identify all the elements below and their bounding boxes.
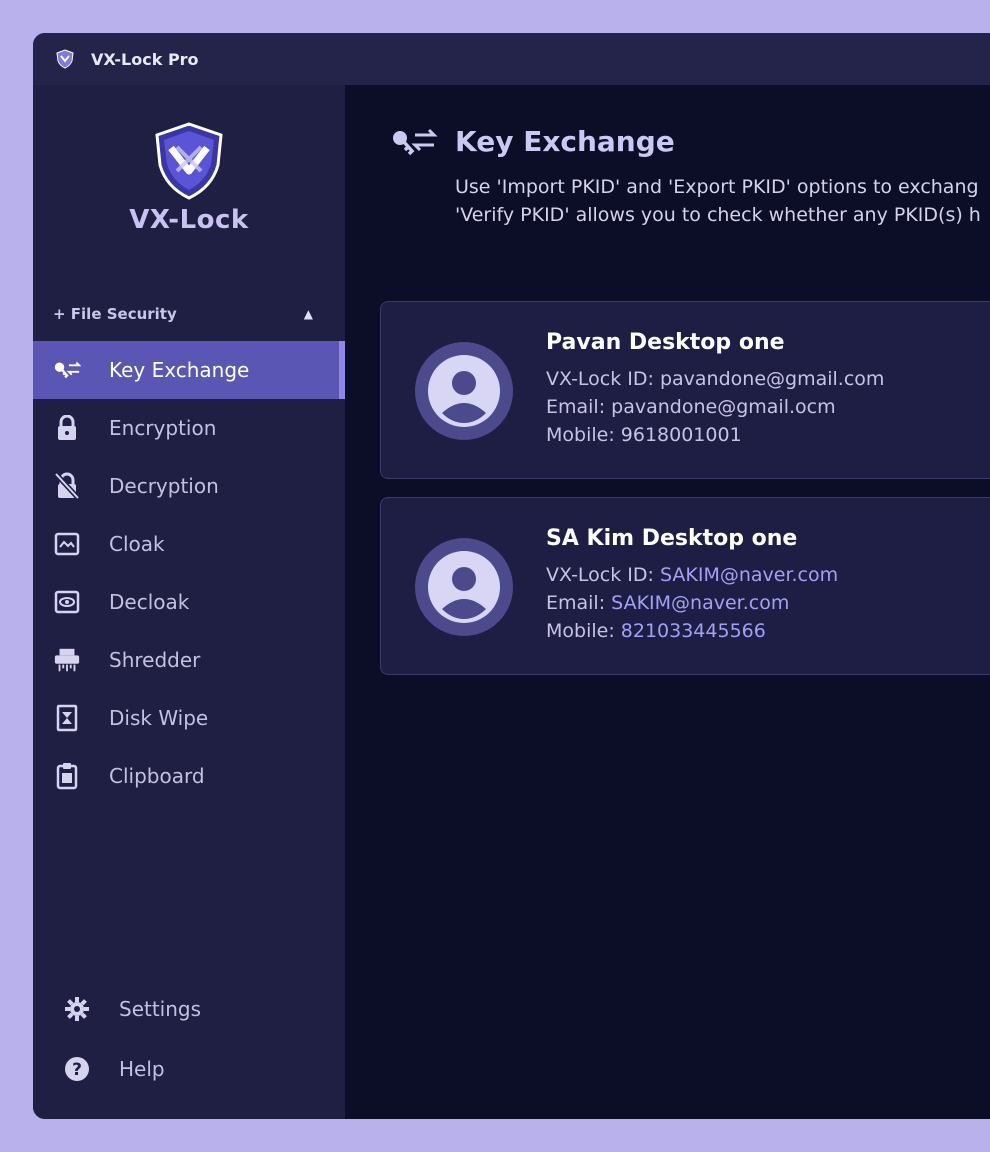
contact-name: Pavan Desktop one: [546, 330, 785, 355]
avatar: [415, 538, 513, 636]
email-value: SAKIM@naver.com: [611, 592, 790, 614]
app-shield-icon: [56, 49, 74, 69]
clipboard-icon: [53, 762, 81, 790]
email-label: Email:: [546, 592, 612, 614]
unlock-icon: [53, 472, 81, 500]
sidebar-item-decryption[interactable]: Decryption: [33, 457, 345, 515]
lock-icon: [53, 414, 81, 442]
page-title: Key Exchange: [455, 125, 675, 158]
sidebar-nav: Key Exchange Encryption Decryption Cloak: [33, 341, 345, 805]
id-label: VX-Lock ID:: [546, 368, 660, 390]
key-exchange-icon: [393, 128, 438, 155]
contact-id-line: VX-Lock ID: pavandone@gmail.com: [546, 365, 884, 393]
gear-icon: [63, 995, 91, 1023]
contact-mobile-line: Mobile: 821033445566: [546, 617, 838, 645]
sidebar-item-label: Encryption: [109, 416, 217, 440]
sidebar-item-label: Decloak: [109, 590, 190, 614]
contact-id-line: VX-Lock ID: SAKIM@naver.com: [546, 561, 838, 589]
svg-text:?: ?: [72, 1060, 82, 1080]
sidebar-item-help[interactable]: ? Help: [33, 1039, 345, 1099]
contact-name: SA Kim Desktop one: [546, 526, 798, 551]
logo-text: VX-Lock: [129, 205, 249, 235]
sidebar-item-label: Disk Wipe: [109, 706, 209, 730]
contact-card[interactable]: SA Kim Desktop one VX-Lock ID: SAKIM@nav…: [380, 497, 990, 675]
avatar: [415, 342, 513, 440]
email-label: Email:: [546, 396, 612, 418]
main-content: Key Exchange Use 'Import PKID' and 'Expo…: [345, 85, 990, 1119]
user-avatar-icon: [428, 551, 500, 623]
sidebar-item-encryption[interactable]: Encryption: [33, 399, 345, 457]
sidebar-item-label: Settings: [119, 997, 202, 1021]
eye-icon: [53, 588, 81, 616]
collapse-caret-icon[interactable]: ▲: [304, 307, 313, 321]
mobile-label: Mobile:: [546, 620, 621, 642]
sidebar-item-label: Help: [119, 1057, 165, 1081]
sidebar-item-label: Clipboard: [109, 764, 205, 788]
sidebar-item-disk-wipe[interactable]: Disk Wipe: [33, 689, 345, 747]
sidebar-item-label: Decryption: [109, 474, 219, 498]
id-value: SAKIM@naver.com: [659, 564, 839, 586]
vx-lock-shield-icon: [155, 122, 223, 200]
email-value: pavandone@gmail.ocm: [611, 396, 836, 418]
sidebar-item-label: Cloak: [109, 532, 165, 556]
contact-email-line: Email: SAKIM@naver.com: [546, 589, 838, 617]
shredder-icon: [53, 646, 81, 674]
contact-email-line: Email: pavandone@gmail.ocm: [546, 393, 884, 421]
file-security-section[interactable]: + File Security ▲: [53, 305, 313, 323]
user-avatar-icon: [428, 355, 500, 427]
id-value: pavandone@gmail.com: [659, 368, 885, 390]
contact-info: Pavan Desktop one VX-Lock ID: pavandone@…: [546, 330, 884, 449]
sidebar-item-label: Shredder: [109, 648, 201, 672]
page-description: Use 'Import PKID' and 'Export PKID' opti…: [455, 173, 981, 229]
cloak-icon: [53, 530, 81, 558]
sidebar-item-label: Key Exchange: [109, 358, 250, 382]
mobile-label: Mobile:: [546, 424, 621, 446]
section-label: + File Security: [53, 305, 177, 323]
sidebar-item-shredder[interactable]: Shredder: [33, 631, 345, 689]
contact-info: SA Kim Desktop one VX-Lock ID: SAKIM@nav…: [546, 526, 838, 645]
sidebar-item-key-exchange[interactable]: Key Exchange: [33, 341, 345, 399]
window-title: VX-Lock Pro: [91, 49, 199, 69]
mobile-value: 821033445566: [620, 620, 766, 642]
sidebar-item-cloak[interactable]: Cloak: [33, 515, 345, 573]
help-icon: ?: [63, 1055, 91, 1083]
sidebar-item-decloak[interactable]: Decloak: [33, 573, 345, 631]
description-line: 'Verify PKID' allows you to check whethe…: [455, 204, 981, 226]
key-exchange-icon: [53, 356, 81, 384]
sidebar-item-clipboard[interactable]: Clipboard: [33, 747, 345, 805]
sidebar-item-settings[interactable]: Settings: [33, 979, 345, 1039]
sidebar-bottom-nav: Settings ? Help: [33, 979, 345, 1099]
contact-mobile-line: Mobile: 9618001001: [546, 421, 884, 449]
id-label: VX-Lock ID:: [546, 564, 660, 586]
contact-card[interactable]: Pavan Desktop one VX-Lock ID: pavandone@…: [380, 301, 990, 479]
app-window: VX-Lock Pro VX-Lock + File Security ▲ Ke…: [33, 33, 990, 1119]
page-header: Key Exchange: [389, 125, 675, 158]
description-line: Use 'Import PKID' and 'Export PKID' opti…: [455, 176, 979, 198]
mobile-value: 9618001001: [620, 424, 742, 446]
disk-wipe-icon: [53, 704, 81, 732]
title-bar: VX-Lock Pro: [33, 33, 990, 85]
sidebar: VX-Lock + File Security ▲ Key Exchange E…: [33, 85, 345, 1119]
logo: VX-Lock: [33, 121, 345, 235]
